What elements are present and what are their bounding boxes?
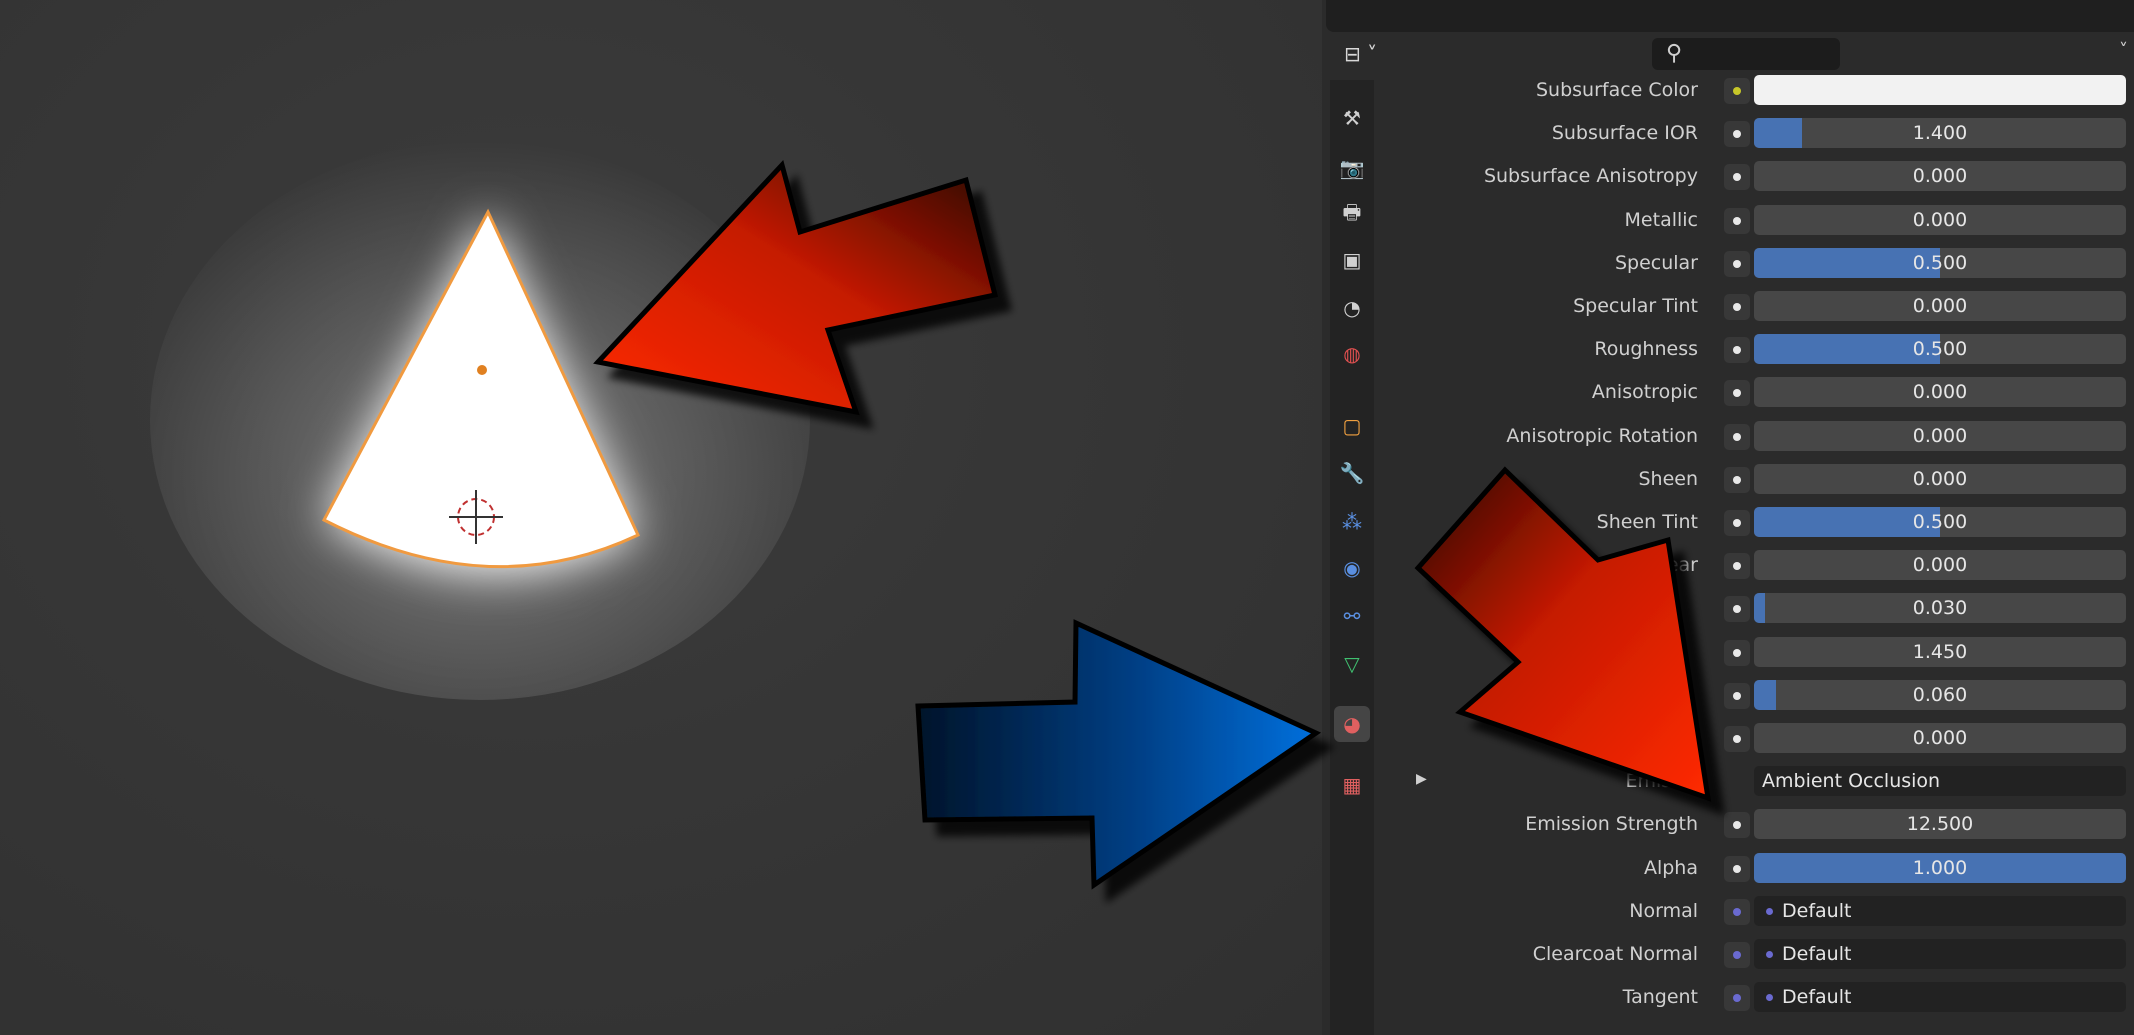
annotation-arrows xyxy=(593,160,1712,890)
red-arrow-pointing-at-cone xyxy=(593,160,999,416)
blue-arrow-pointing-at-material-tab xyxy=(915,619,1322,890)
red-arrow-pointing-at-emission-field xyxy=(1414,466,1712,802)
